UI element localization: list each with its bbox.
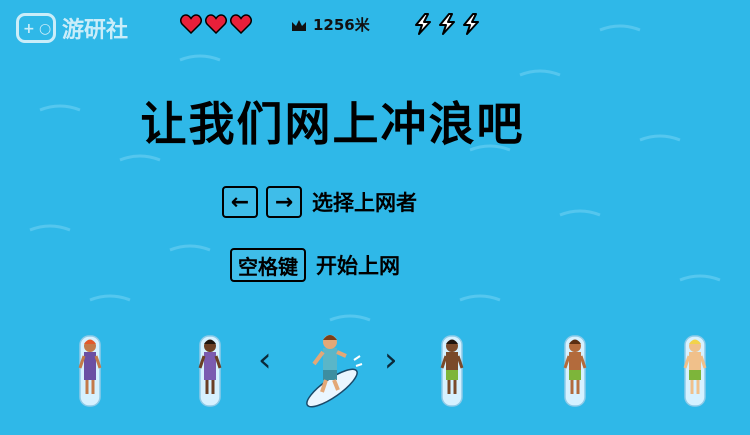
page-title: 让我们网上冲浪吧 [140,97,525,151]
heart-icon [205,14,227,34]
lightning-icon [463,13,479,35]
crown-icon [292,19,306,31]
start-label: 开始上网 [316,254,400,278]
right-arrow-key[interactable]: → [266,186,302,218]
start-hint: 空格键 开始上网 [230,248,400,282]
heart-icon [180,14,202,34]
space-key[interactable]: 空格键 [230,248,306,282]
surfer-option[interactable] [683,335,707,407]
left-arrow-key[interactable]: ← [222,186,258,218]
hud-bar: 1256米 [0,12,750,38]
lightning-icon [439,13,455,35]
selected-surfer[interactable] [302,335,363,413]
surfer-carousel [78,335,707,413]
lives-indicator [180,14,252,34]
select-surfer-hint: ← → 选择上网者 [222,186,417,218]
surfer-option[interactable] [440,335,464,407]
surfer-option[interactable] [563,335,587,407]
select-surfer-label: 选择上网者 [312,191,417,215]
heart-icon [230,14,252,34]
surfer-option[interactable] [78,335,102,407]
surfer-option[interactable] [198,335,222,407]
distance-text: 1256米 [313,16,370,34]
distance-counter: 1256米 [291,14,370,35]
boost-indicator [412,13,482,35]
lightning-icon [415,13,431,35]
